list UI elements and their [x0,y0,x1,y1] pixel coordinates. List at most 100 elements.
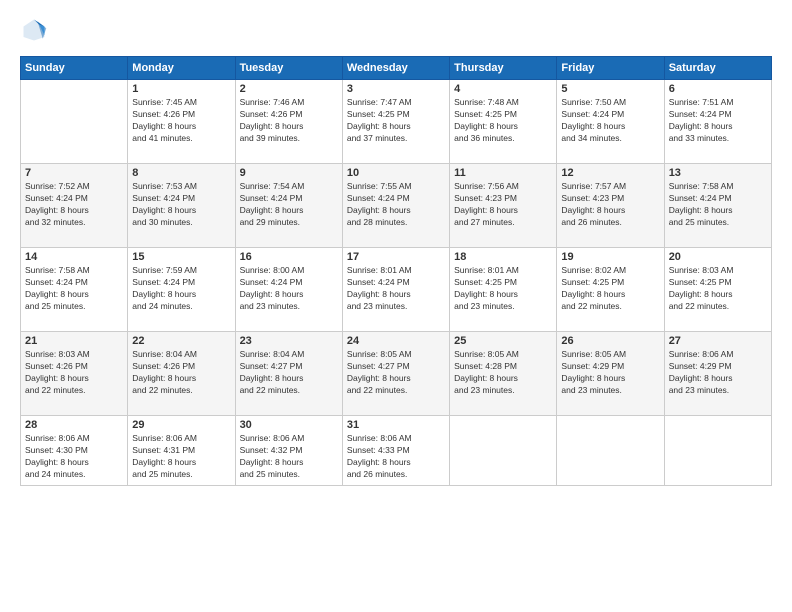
calendar-cell: 6 Sunrise: 7:51 AMSunset: 4:24 PMDaylight… [664,80,771,164]
calendar-cell: 1Sunrise: 7:45 AMSunset: 4:26 PMDaylight… [128,80,235,164]
weekday-header-friday: Friday [557,57,664,80]
calendar-cell: 23 Sunrise: 8:04 AMSunset: 4:27 PMDayligh… [235,332,342,416]
day-number: 20 [669,251,767,263]
day-info: Sunrise: 8:04 AMSunset: 4:26 PMDaylight:… [132,349,230,397]
calendar-cell: 8Sunrise: 7:53 AMSunset: 4:24 PMDaylight… [128,164,235,248]
day-number: 9 [240,167,338,179]
weekday-header-row: SundayMondayTuesdayWednesdayThursdayFrid… [21,57,772,80]
day-info: Sunrise: 8:06 AMSunset: 4:29 PMDaylight:… [669,349,767,397]
calendar-cell [664,416,771,486]
day-number: 26 [561,335,659,347]
calendar-week-row: 14Sunrise: 7:58 AMSunset: 4:24 PMDayligh… [21,248,772,332]
day-info: Sunrise: 8:05 AMSunset: 4:28 PMDaylight:… [454,349,552,397]
day-number: 30 [240,419,338,431]
calendar-cell: 28 Sunrise: 8:06 AMSunset: 4:30 PMDayligh… [21,416,128,486]
logo-icon [20,16,48,44]
calendar-week-row: 21 Sunrise: 8:03 AMSunset: 4:26 PMDayligh… [21,332,772,416]
calendar-cell: 19Sunrise: 8:02 AMSunset: 4:25 PMDayligh… [557,248,664,332]
day-number: 19 [561,251,659,263]
day-number: 16 [240,251,338,263]
day-info: Sunrise: 7:48 AMSunset: 4:25 PMDaylight:… [454,97,552,145]
day-info: Sunrise: 8:03 AMSunset: 4:25 PMDaylight:… [669,265,767,313]
day-number: 3 [347,83,445,95]
calendar-cell: 20 Sunrise: 8:03 AMSunset: 4:25 PMDayligh… [664,248,771,332]
calendar-cell: 3 Sunrise: 7:47 AMSunset: 4:25 PMDaylight… [342,80,449,164]
calendar-cell [21,80,128,164]
calendar-cell: 17 Sunrise: 8:01 AMSunset: 4:24 PMDayligh… [342,248,449,332]
day-info: Sunrise: 7:53 AMSunset: 4:24 PMDaylight:… [132,181,230,229]
day-info: Sunrise: 8:06 AMSunset: 4:32 PMDaylight:… [240,433,338,481]
calendar-cell: 5 Sunrise: 7:50 AMSunset: 4:24 PMDaylight… [557,80,664,164]
calendar-cell: 13Sunrise: 7:58 AMSunset: 4:24 PMDayligh… [664,164,771,248]
day-info: Sunrise: 8:06 AMSunset: 4:30 PMDaylight:… [25,433,123,481]
day-number: 5 [561,83,659,95]
day-number: 12 [561,167,659,179]
calendar-cell: 24Sunrise: 8:05 AMSunset: 4:27 PMDayligh… [342,332,449,416]
day-number: 28 [25,419,123,431]
day-number: 27 [669,335,767,347]
weekday-header-sunday: Sunday [21,57,128,80]
day-number: 21 [25,335,123,347]
calendar-cell [450,416,557,486]
day-info: Sunrise: 7:50 AMSunset: 4:24 PMDaylight:… [561,97,659,145]
page: SundayMondayTuesdayWednesdayThursdayFrid… [0,0,792,612]
calendar-week-row: 7 Sunrise: 7:52 AMSunset: 4:24 PMDaylight… [21,164,772,248]
calendar-cell: 2 Sunrise: 7:46 AMSunset: 4:26 PMDaylight… [235,80,342,164]
day-info: Sunrise: 7:57 AMSunset: 4:23 PMDaylight:… [561,181,659,229]
day-info: Sunrise: 8:00 AMSunset: 4:24 PMDaylight:… [240,265,338,313]
day-info: Sunrise: 7:54 AMSunset: 4:24 PMDaylight:… [240,181,338,229]
calendar-cell: 26 Sunrise: 8:05 AMSunset: 4:29 PMDayligh… [557,332,664,416]
day-info: Sunrise: 7:46 AMSunset: 4:26 PMDaylight:… [240,97,338,145]
calendar-cell: 27 Sunrise: 8:06 AMSunset: 4:29 PMDayligh… [664,332,771,416]
day-number: 17 [347,251,445,263]
calendar-cell: 16 Sunrise: 8:00 AMSunset: 4:24 PMDayligh… [235,248,342,332]
day-info: Sunrise: 8:01 AMSunset: 4:25 PMDaylight:… [454,265,552,313]
day-info: Sunrise: 8:01 AMSunset: 4:24 PMDaylight:… [347,265,445,313]
day-number: 7 [25,167,123,179]
calendar-cell: 15 Sunrise: 7:59 AMSunset: 4:24 PMDayligh… [128,248,235,332]
calendar-cell: 14Sunrise: 7:58 AMSunset: 4:24 PMDayligh… [21,248,128,332]
weekday-header-monday: Monday [128,57,235,80]
calendar-table: SundayMondayTuesdayWednesdayThursdayFrid… [20,56,772,486]
day-info: Sunrise: 8:05 AMSunset: 4:27 PMDaylight:… [347,349,445,397]
header [20,16,772,44]
weekday-header-wednesday: Wednesday [342,57,449,80]
day-info: Sunrise: 7:52 AMSunset: 4:24 PMDaylight:… [25,181,123,229]
calendar-cell [557,416,664,486]
day-info: Sunrise: 7:58 AMSunset: 4:24 PMDaylight:… [25,265,123,313]
day-number: 29 [132,419,230,431]
day-number: 23 [240,335,338,347]
day-info: Sunrise: 7:58 AMSunset: 4:24 PMDaylight:… [669,181,767,229]
calendar-week-row: 1Sunrise: 7:45 AMSunset: 4:26 PMDaylight… [21,80,772,164]
calendar-cell: 4 Sunrise: 7:48 AMSunset: 4:25 PMDaylight… [450,80,557,164]
calendar-cell: 30 Sunrise: 8:06 AMSunset: 4:32 PMDayligh… [235,416,342,486]
day-number: 6 [669,83,767,95]
day-number: 2 [240,83,338,95]
day-info: Sunrise: 8:05 AMSunset: 4:29 PMDaylight:… [561,349,659,397]
day-number: 10 [347,167,445,179]
calendar-cell: 12 Sunrise: 7:57 AMSunset: 4:23 PMDayligh… [557,164,664,248]
day-info: Sunrise: 7:47 AMSunset: 4:25 PMDaylight:… [347,97,445,145]
calendar-cell: 10Sunrise: 7:55 AMSunset: 4:24 PMDayligh… [342,164,449,248]
day-info: Sunrise: 8:03 AMSunset: 4:26 PMDaylight:… [25,349,123,397]
calendar-cell: 11Sunrise: 7:56 AMSunset: 4:23 PMDayligh… [450,164,557,248]
day-number: 4 [454,83,552,95]
calendar-cell: 31Sunrise: 8:06 AMSunset: 4:33 PMDayligh… [342,416,449,486]
day-info: Sunrise: 8:06 AMSunset: 4:31 PMDaylight:… [132,433,230,481]
calendar-week-row: 28 Sunrise: 8:06 AMSunset: 4:30 PMDayligh… [21,416,772,486]
weekday-header-thursday: Thursday [450,57,557,80]
day-info: Sunrise: 7:59 AMSunset: 4:24 PMDaylight:… [132,265,230,313]
day-number: 11 [454,167,552,179]
day-number: 31 [347,419,445,431]
day-number: 18 [454,251,552,263]
logo [20,16,52,44]
calendar-cell: 9 Sunrise: 7:54 AMSunset: 4:24 PMDaylight… [235,164,342,248]
day-info: Sunrise: 7:45 AMSunset: 4:26 PMDaylight:… [132,97,230,145]
day-number: 25 [454,335,552,347]
calendar-cell: 25 Sunrise: 8:05 AMSunset: 4:28 PMDayligh… [450,332,557,416]
day-number: 15 [132,251,230,263]
calendar-cell: 21 Sunrise: 8:03 AMSunset: 4:26 PMDayligh… [21,332,128,416]
day-number: 22 [132,335,230,347]
day-info: Sunrise: 8:04 AMSunset: 4:27 PMDaylight:… [240,349,338,397]
day-info: Sunrise: 7:51 AMSunset: 4:24 PMDaylight:… [669,97,767,145]
